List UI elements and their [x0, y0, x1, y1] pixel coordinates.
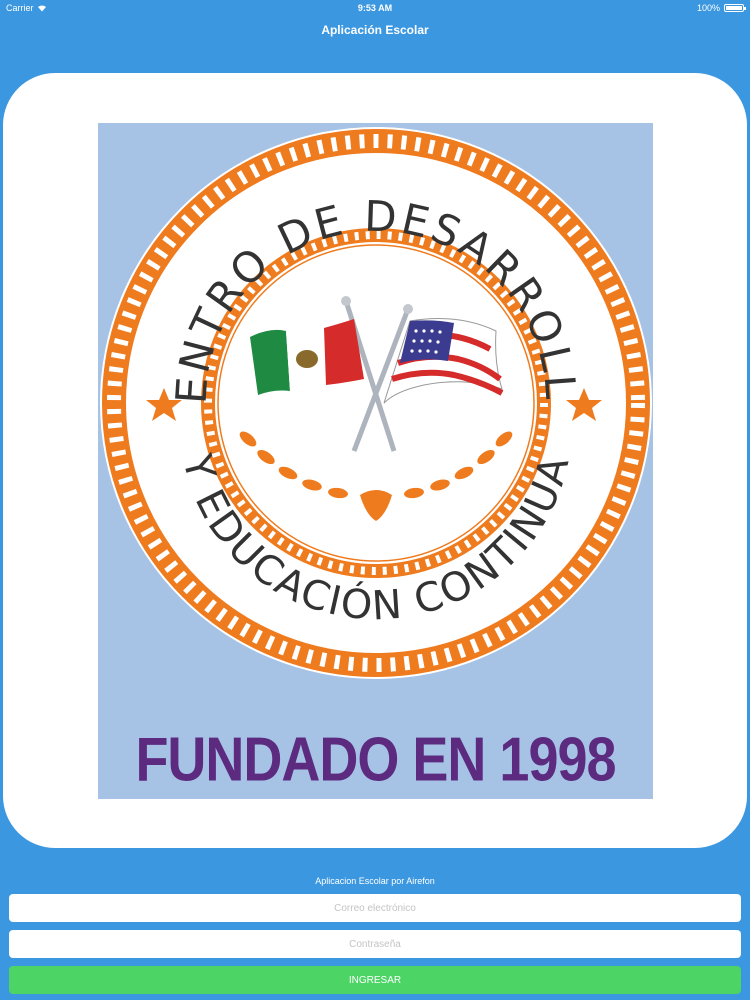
- app-credit: Aplicacion Escolar por Airefon: [315, 876, 435, 886]
- school-logo: CENTRO DE DESARROLLO Y EDUCACIÓN CONTINU…: [98, 123, 653, 799]
- seal-emblem: CENTRO DE DESARROLLO Y EDUCACIÓN CONTINU…: [98, 123, 652, 679]
- battery-percent: 100%: [696, 3, 720, 13]
- battery-icon: [724, 4, 746, 12]
- page-title: Aplicación Escolar: [321, 23, 429, 37]
- status-bar: Carrier 9:53 AM 100%: [0, 0, 750, 16]
- logo-card: CENTRO DE DESARROLLO Y EDUCACIÓN CONTINU…: [3, 73, 747, 848]
- founded-text: FUNDADO EN 1998: [135, 725, 616, 795]
- battery-status: 100%: [696, 3, 746, 13]
- clock: 9:53 AM: [357, 3, 393, 13]
- password-field[interactable]: [9, 930, 741, 958]
- login-button[interactable]: INGRESAR: [9, 966, 741, 994]
- email-field[interactable]: [9, 894, 741, 922]
